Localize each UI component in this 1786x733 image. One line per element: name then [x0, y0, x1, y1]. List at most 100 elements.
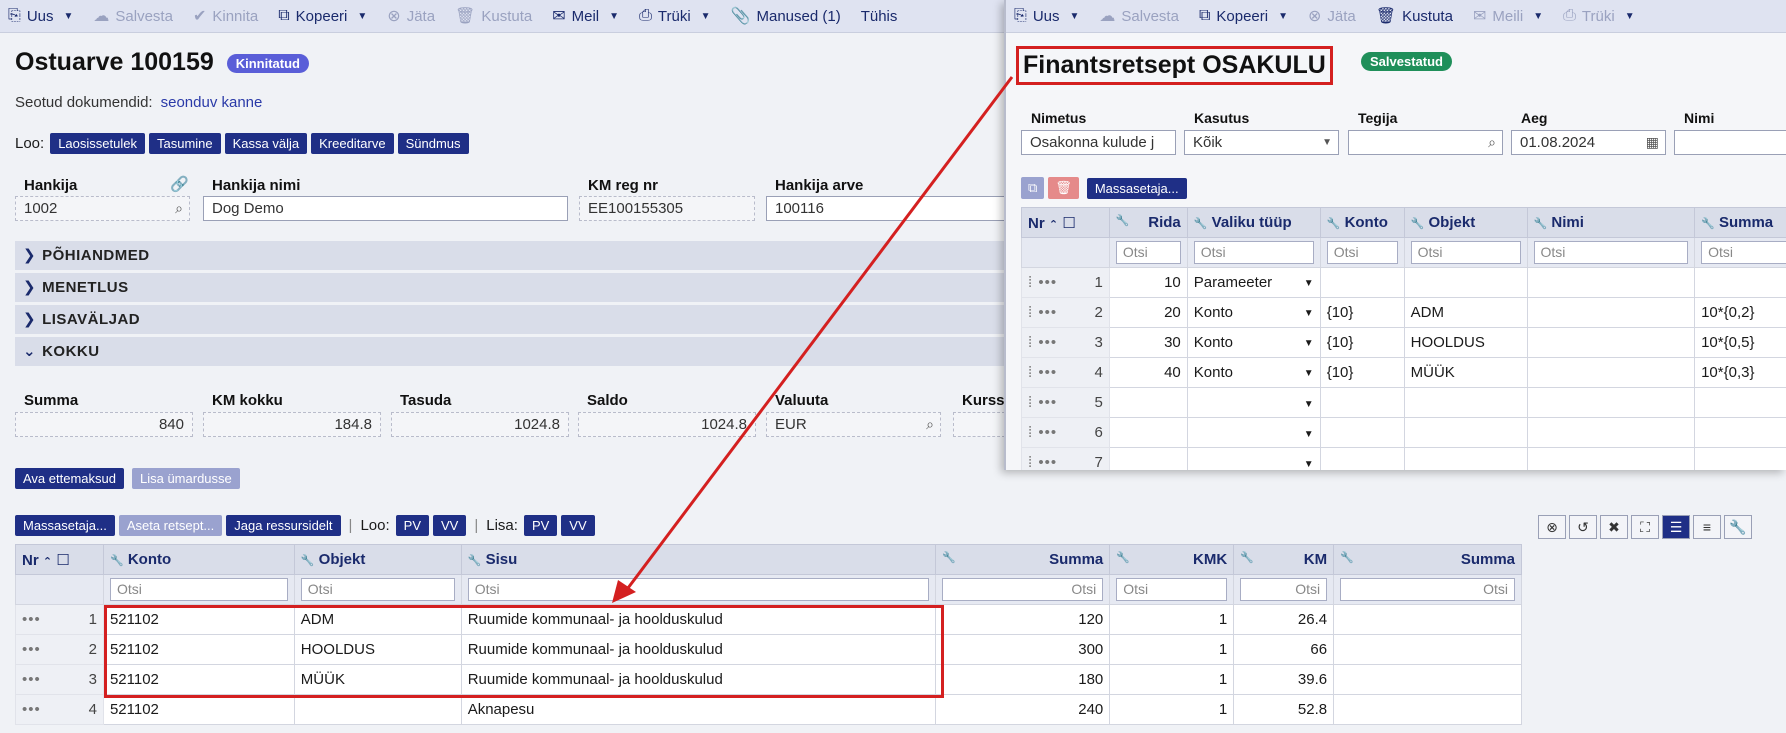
loo-pv-button[interactable]: PV	[395, 515, 429, 536]
ava-ettemaksud-button[interactable]: Ava ettemaksud	[15, 468, 124, 489]
kurss-field[interactable]	[953, 412, 1005, 437]
popup-toolbar-button-0[interactable]: ⎘ Uus ▼	[1014, 7, 1079, 25]
calendar-icon[interactable]: ▦	[1646, 134, 1659, 151]
cell-rida[interactable]: 40	[1108, 357, 1188, 388]
cell-objekt[interactable]: HOOLDUS	[1403, 327, 1528, 358]
cell-summa[interactable]	[1694, 267, 1786, 298]
popup-col-nimi[interactable]: 🔧 Nimi	[1526, 207, 1696, 238]
valuuta-field[interactable]: EUR ⌕	[766, 412, 941, 437]
tegija-field[interactable]: ⌕	[1348, 130, 1503, 155]
cell-nimi[interactable]	[1526, 417, 1696, 448]
link-icon[interactable]: 🔗	[170, 175, 189, 193]
select-all-checkbox[interactable]: ☐	[1062, 215, 1075, 232]
caret-down-icon[interactable]: ▼	[1533, 11, 1543, 22]
cell-rida[interactable]	[1108, 447, 1188, 470]
section-pohiandmed[interactable]: ❯ PÕHIANDMED	[15, 241, 1005, 270]
col-objekt[interactable]: 🔧 Objekt	[293, 544, 462, 575]
linked-document-link[interactable]: seonduv kanne	[161, 94, 263, 111]
sort-up-icon[interactable]: ⌃	[1049, 219, 1058, 231]
cell-konto[interactable]: {10}	[1319, 297, 1405, 328]
cell-nimi[interactable]	[1526, 447, 1696, 470]
delete-row-icon[interactable]: 🗑	[1048, 177, 1079, 199]
dropdown-arrow-icon[interactable]: ▼	[1304, 368, 1314, 379]
massasetaja-button[interactable]: Massasetaja...	[15, 515, 115, 536]
cell-tyyp[interactable]: Konto ▼	[1186, 357, 1321, 388]
table-row[interactable]: ⁞ ••• 7 ▼	[1021, 447, 1786, 470]
cell-tyyp[interactable]: ▼	[1186, 447, 1321, 470]
wrench-icon[interactable]: 🔧	[1724, 515, 1752, 539]
caret-down-icon[interactable]: ▼	[1625, 11, 1635, 22]
search-icon[interactable]: ⌕	[175, 200, 183, 217]
cell-tyyp[interactable]: Parameeter ▼	[1186, 267, 1321, 298]
popup-toolbar-button-4[interactable]: 🗑 Kustuta	[1376, 6, 1453, 26]
table-row[interactable]: ⁞ ••• 4 40 Konto ▼ {10} MÜÜK 10*{0,3}	[1021, 357, 1786, 388]
filter-summa-input[interactable]: Otsi	[942, 578, 1104, 601]
popup-massasetaja-button[interactable]: Massasetaja...	[1086, 177, 1187, 199]
cell-summa[interactable]: 180	[935, 664, 1111, 695]
hankija-arve-field[interactable]: 100116	[766, 196, 1006, 221]
caret-down-icon[interactable]: ▼	[64, 11, 74, 22]
cell-konto[interactable]	[1319, 417, 1405, 448]
nimi-field[interactable]	[1674, 130, 1786, 155]
cell-rida[interactable]	[1108, 417, 1188, 448]
dropdown-arrow-icon[interactable]: ▼	[1304, 459, 1314, 470]
section-kokku[interactable]: ⌄ KOKKU	[15, 337, 1005, 366]
table-row[interactable]: ⁞ ••• 6 ▼	[1021, 417, 1786, 448]
cell-objekt[interactable]: ADM	[1403, 297, 1528, 328]
search-icon[interactable]: ⌕	[926, 416, 934, 433]
col-summa-2[interactable]: 🔧 Summa	[1333, 544, 1522, 575]
cell-kmk[interactable]: 1	[1109, 604, 1235, 635]
cell-rida[interactable]: 10	[1108, 267, 1188, 298]
popup-toolbar-button-2[interactable]: ⧉ Kopeeri ▼	[1199, 7, 1288, 25]
cell-summa[interactable]	[1694, 447, 1786, 470]
fullscreen-icon[interactable]: ⛶	[1631, 515, 1659, 539]
popup-toolbar-button-6[interactable]: ⎙ Trüki ▼	[1563, 7, 1635, 25]
cell-nimi[interactable]	[1526, 327, 1696, 358]
cell-kmk[interactable]: 1	[1109, 694, 1235, 725]
cell-km[interactable]: 26.4	[1233, 604, 1335, 635]
cell-summa[interactable]: 10*{0,5}	[1694, 327, 1786, 358]
cell-objekt[interactable]	[1403, 417, 1528, 448]
close-circle-icon[interactable]: ⊗	[1538, 515, 1566, 539]
sort-up-icon[interactable]: ⌃	[43, 556, 52, 568]
col-nr[interactable]: Nr ⌃ ☐	[15, 544, 104, 575]
main-toolbar-button-4[interactable]: ⊗ Jäta	[387, 6, 435, 26]
cell-objekt[interactable]	[293, 694, 462, 725]
cell-summa[interactable]: 300	[935, 634, 1111, 665]
popup-col-summa[interactable]: 🔧 Summa	[1694, 207, 1786, 238]
popup-filter-summa-input[interactable]: Otsi	[1701, 241, 1786, 264]
popup-toolbar-button-5[interactable]: ✉ Meili ▼	[1473, 6, 1543, 26]
caret-down-icon[interactable]: ▼	[609, 11, 619, 22]
loo-button-4[interactable]: Sündmus	[397, 133, 469, 154]
table-row[interactable]: ⁞ ••• 1 10 Parameeter ▼	[1021, 267, 1786, 298]
cell-km[interactable]: 39.6	[1233, 664, 1335, 695]
lisa-umardusse-button[interactable]: Lisa ümardusse	[131, 468, 240, 489]
filter-kmk-input[interactable]: Otsi	[1116, 578, 1228, 601]
cell-nimi[interactable]	[1526, 297, 1696, 328]
cell-tyyp[interactable]: Konto ▼	[1186, 327, 1321, 358]
popup-toolbar-button-1[interactable]: ☁ Salvesta	[1099, 6, 1179, 26]
cell-km[interactable]: 52.8	[1233, 694, 1335, 725]
row-menu-icon[interactable]: •••	[22, 671, 41, 688]
aeg-field[interactable]: 01.08.2024 ▦	[1511, 130, 1666, 155]
caret-down-icon[interactable]: ▼	[357, 11, 367, 22]
undo-icon[interactable]: ↺	[1569, 515, 1597, 539]
filter-objekt-input[interactable]: Otsi	[300, 578, 455, 601]
loo-button-2[interactable]: Kassa välja	[224, 133, 308, 154]
row-menu-icon[interactable]: ⁞ •••	[1028, 274, 1057, 291]
cell-konto[interactable]	[1319, 447, 1405, 470]
row-menu-icon[interactable]: ⁞ •••	[1028, 394, 1057, 411]
main-toolbar-button-8[interactable]: 📎 Manused (1)	[731, 6, 841, 26]
row-menu-icon[interactable]: •••	[22, 611, 41, 628]
popup-filter-konto-input[interactable]: Otsi	[1326, 241, 1398, 264]
dropdown-arrow-icon[interactable]: ▼	[1304, 308, 1314, 319]
cell-summa[interactable]: 120	[935, 604, 1111, 635]
section-lisavaljad[interactable]: ❯ LISAVÄLJAD	[15, 305, 1005, 334]
cell-nimi[interactable]	[1526, 387, 1696, 418]
filter-km-input[interactable]: Otsi	[1240, 578, 1328, 601]
filter-sisu-input[interactable]: Otsi	[467, 578, 930, 601]
dropdown-arrow-icon[interactable]: ▼	[1304, 338, 1314, 349]
caret-down-icon[interactable]: ▼	[1278, 11, 1288, 22]
hankija-nimi-field[interactable]: Dog Demo	[203, 196, 568, 221]
table-row[interactable]: ⁞ ••• 3 30 Konto ▼ {10} HOOLDUS 10*{0,5}	[1021, 327, 1786, 358]
